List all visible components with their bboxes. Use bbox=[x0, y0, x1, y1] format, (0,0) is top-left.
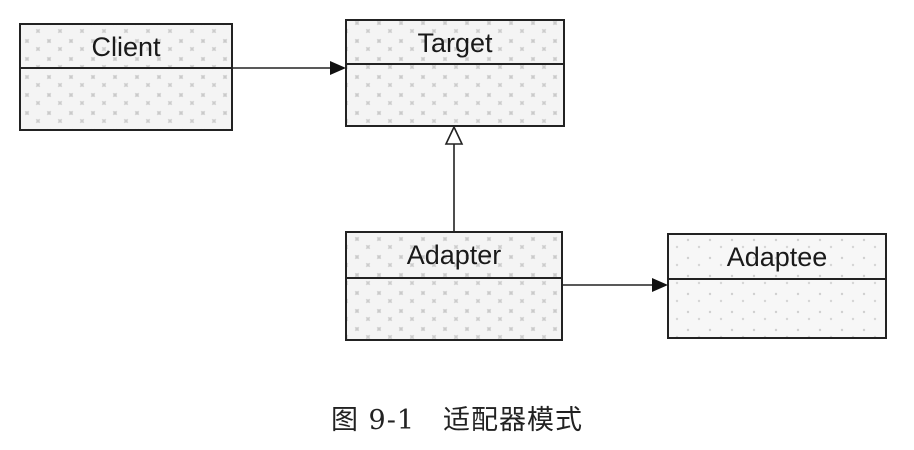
association-adapter-adaptee bbox=[562, 278, 668, 292]
figure-title: 适配器模式 bbox=[443, 405, 584, 436]
class-adaptee: Adaptee bbox=[667, 233, 887, 339]
filled-arrowhead-icon bbox=[652, 278, 668, 292]
class-client-name: Client bbox=[91, 32, 161, 62]
association-client-target bbox=[232, 61, 346, 75]
figure-caption: 图 9-1 适配器模式 bbox=[0, 398, 914, 437]
class-target-name: Target bbox=[417, 28, 493, 58]
class-adaptee-name: Adaptee bbox=[727, 242, 828, 272]
class-target: Target bbox=[345, 19, 565, 127]
filled-arrowhead-icon bbox=[330, 61, 346, 75]
generalization-adapter-target bbox=[444, 125, 464, 232]
uml-class-diagram: Client Target Adapter Adaptee bbox=[19, 19, 887, 341]
class-client: Client bbox=[19, 23, 233, 131]
figure-number: 图 9-1 bbox=[330, 405, 416, 436]
class-adapter: Adapter bbox=[345, 231, 563, 341]
class-adapter-name: Adapter bbox=[407, 240, 502, 270]
hollow-triangle-arrowhead-icon bbox=[444, 125, 464, 145]
